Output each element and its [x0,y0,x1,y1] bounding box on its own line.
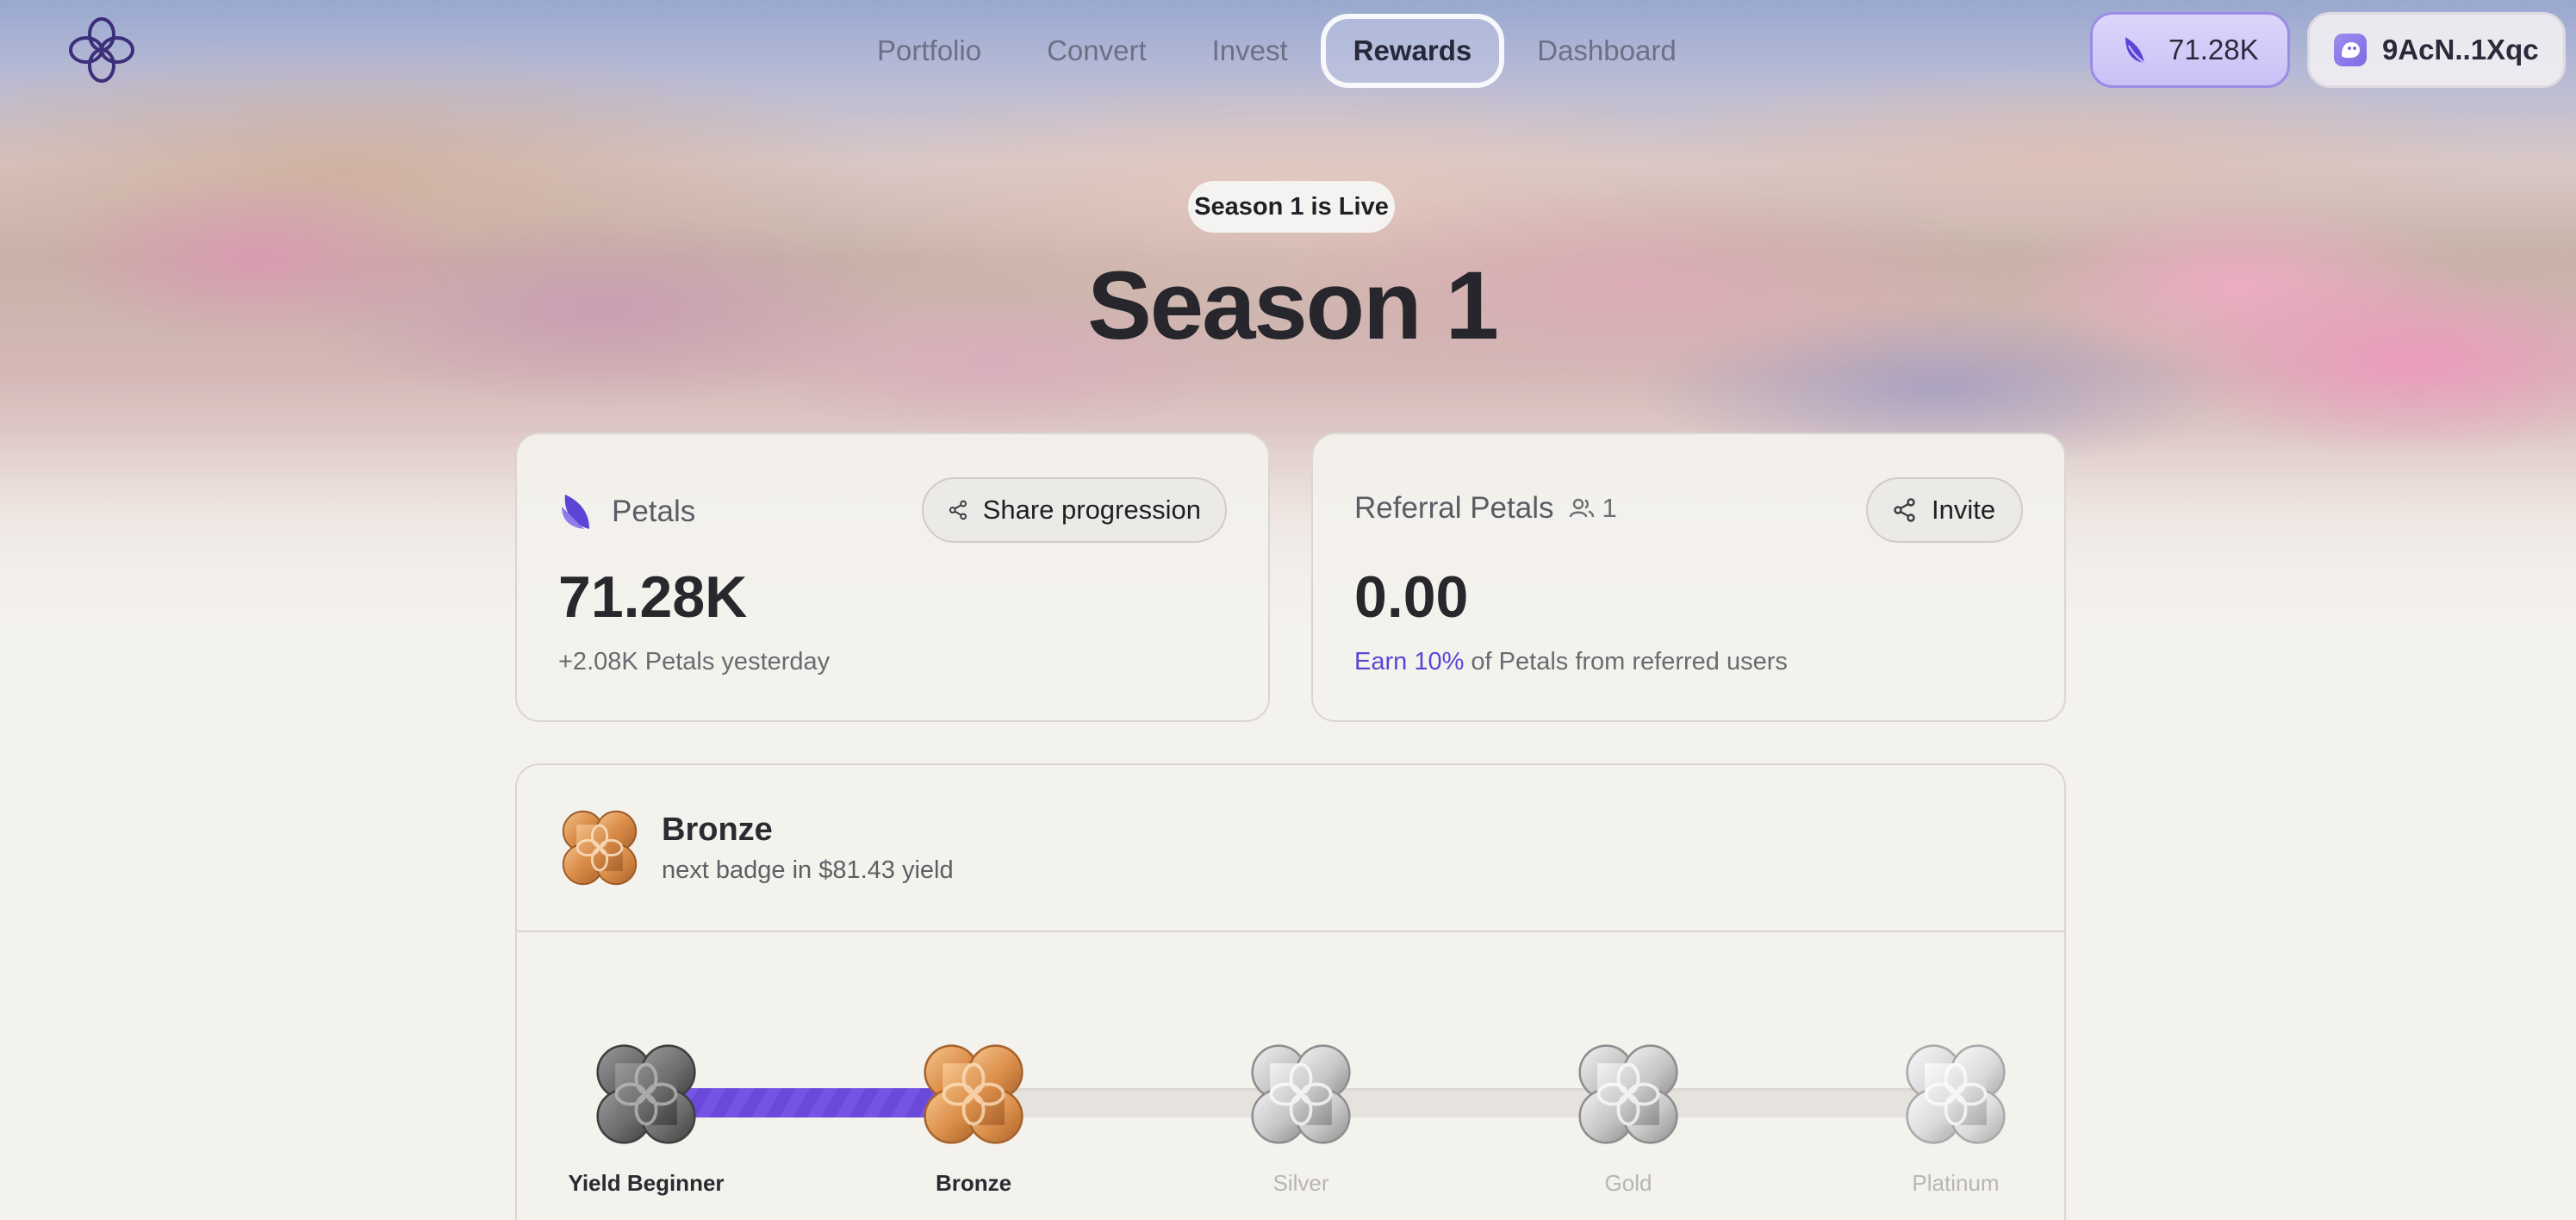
referral-earn-text: Earn 10% of Petals from referred users [1354,648,1788,676]
tier-yield-beginner: Yield Beginner [543,1039,750,1197]
nav-portfolio[interactable]: Portfolio [844,14,1014,88]
petal-icon [562,495,589,529]
app-logo-icon[interactable] [67,16,136,84]
main-nav: Portfolio Convert Invest Rewards Dashboa… [844,9,1709,93]
nav-dashboard[interactable]: Dashboard [1504,14,1708,88]
referral-earn-accent: Earn 10% [1354,648,1465,675]
next-badge-text: next badge in $81.43 yield [662,856,954,884]
petal-icon [2125,37,2145,64]
badge-progress-card: Bronze next badge in $81.43 yield Yield … [515,763,2066,1220]
badge-header: Bronze next badge in $81.43 yield [517,765,2064,932]
petals-card: Petals Share progression 71.28K +2.08K P… [515,433,1270,722]
referral-count-value: 1 [1602,493,1617,523]
invite-button[interactable]: Invite [1866,477,2023,543]
wallet-address: 9AcN..1Xqc [2382,34,2539,65]
silver-medal-icon [1251,1044,1351,1144]
bronze-badge-icon [562,810,638,886]
petals-label: Petals [612,495,696,528]
nav-invest[interactable]: Invest [1179,14,1321,88]
share-icon [1894,498,1915,522]
tier-silver: Silver [1198,1039,1404,1197]
referral-label: Referral Petals [1354,491,1554,525]
referral-value: 0.00 [1354,564,1469,630]
invite-label: Invite [1932,495,1996,525]
wallet-avatar-icon [2334,34,2367,66]
nav-rewards[interactable]: Rewards [1320,14,1505,88]
bronze-medal-icon [924,1044,1024,1144]
tier-platinum: Platinum [1852,1039,2059,1197]
tier-bronze: Bronze [870,1039,1077,1197]
petals-balance-value: 71.28K [2168,34,2259,65]
tier-label: Platinum [1912,1170,2000,1196]
referral-earn-rest: of Petals from referred users [1464,648,1788,675]
share-icon [949,500,967,520]
tier-gold: Gold [1525,1039,1732,1197]
tier-label: Silver [1272,1170,1329,1196]
gray-medal-icon [596,1044,696,1144]
referral-label-row: Referral Petals 1 [1354,491,1617,526]
petals-yesterday: +2.08K Petals yesterday [558,648,831,675]
season-live-badge: Season 1 is Live [1188,181,1395,233]
petals-value: 71.28K [558,564,748,630]
wallet-button[interactable]: 9AcN..1Xqc [2307,12,2566,88]
tier-label: Yield Beginner [568,1170,725,1196]
petals-label-row: Petals [558,491,695,532]
tier-label: Gold [1604,1170,1652,1196]
tier-label: Bronze [935,1170,1012,1196]
nav-convert[interactable]: Convert [1014,14,1179,88]
current-badge-name: Bronze [662,812,773,848]
petals-balance-button[interactable]: 71.28K [2090,12,2290,88]
users-icon [1570,498,1595,518]
light-medal-icon [1906,1044,2006,1144]
share-progression-label: Share progression [982,495,1201,525]
silver-medal-icon [1578,1044,1678,1144]
share-progression-button[interactable]: Share progression [922,477,1227,543]
page-title: Season 1 [1087,252,1499,359]
referral-card: Referral Petals 1 Invite 0.00 Earn 10% o… [1311,433,2066,722]
referral-count: 1 [1569,493,1617,524]
